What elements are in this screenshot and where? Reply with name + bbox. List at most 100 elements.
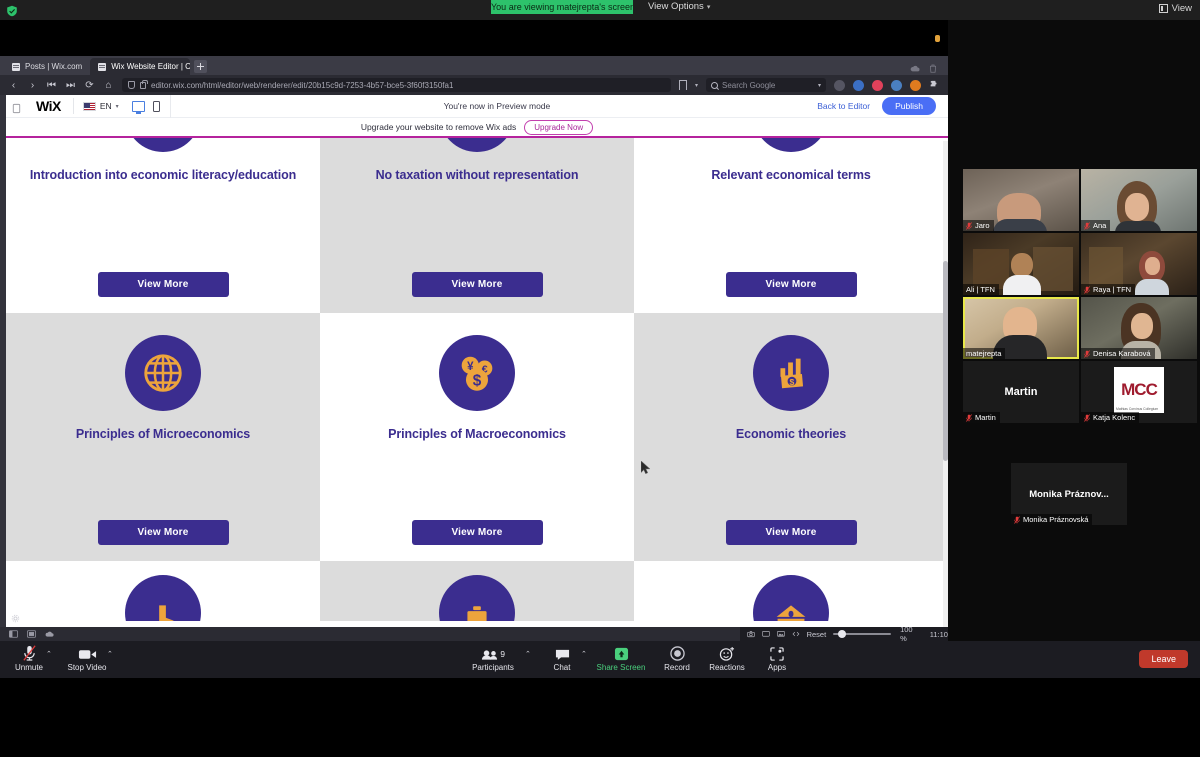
- fastforward-button[interactable]: ⏭: [65, 80, 76, 91]
- camera-icon[interactable]: [747, 630, 755, 638]
- leave-meeting-button[interactable]: Leave: [1139, 650, 1188, 668]
- reload-button[interactable]: ⟳: [84, 80, 95, 91]
- view-more-button[interactable]: View More: [411, 520, 543, 545]
- cloud-sync-icon[interactable]: [45, 630, 54, 638]
- panel-toggle-icon[interactable]: [9, 630, 18, 638]
- participant-tile-martin[interactable]: Martin Martin: [963, 361, 1079, 423]
- view-label: View: [1171, 3, 1192, 14]
- participant-tile-ana[interactable]: Ana: [1081, 169, 1197, 231]
- cloud-icon[interactable]: [910, 64, 920, 73]
- back-button[interactable]: ‹: [8, 80, 19, 91]
- share-screen-button[interactable]: Share Screen: [592, 644, 650, 672]
- view-more-button[interactable]: View More: [97, 520, 229, 545]
- audio-options-chevron-icon[interactable]: ⌃: [46, 650, 52, 658]
- chat-button[interactable]: Chat: [533, 644, 591, 672]
- view-more-button[interactable]: View More: [725, 520, 857, 545]
- screen-share-zoom-controls: Reset 100 % 11:10: [740, 625, 948, 643]
- shared-screen-area: Posts | Wix.com Wix Website Editor | Cet…: [0, 20, 948, 641]
- browser-tab-0[interactable]: Posts | Wix.com: [4, 58, 90, 75]
- tiling-toggle-icon[interactable]: [27, 630, 36, 638]
- money-chart-icon: $: [753, 335, 829, 411]
- puzzle-extensions-icon[interactable]: [929, 80, 940, 91]
- view-options-button[interactable]: View Options ▾: [648, 0, 710, 14]
- search-input[interactable]: Search Google ▾: [706, 78, 826, 92]
- participant-tile-denisa[interactable]: Denisa Karabová: [1081, 297, 1197, 359]
- annotate-icon[interactable]: [792, 630, 800, 638]
- zoom-bottom-toolbar: Unmute ⌃ Stop Video ⌃ 9 Participants ⌃ C…: [0, 641, 1200, 678]
- publish-button[interactable]: Publish: [882, 97, 936, 115]
- bank-icon: [753, 575, 829, 621]
- extension-orange-icon[interactable]: [910, 79, 921, 91]
- mobile-view-button[interactable]: [152, 100, 160, 112]
- forward-button[interactable]: ›: [27, 80, 38, 91]
- back-to-editor-button[interactable]: Back to Editor: [817, 101, 870, 111]
- new-tab-button[interactable]: [194, 60, 208, 73]
- stop-video-button[interactable]: Stop Video: [58, 644, 116, 672]
- rewind-button[interactable]: ⏮: [46, 80, 57, 91]
- participant-tile-matejrepta[interactable]: matejrepta: [963, 297, 1079, 359]
- slider-knob[interactable]: [838, 630, 847, 638]
- card-intro-economic-literacy[interactable]: Introduction into economic literacy/educ…: [6, 138, 320, 313]
- participant-tile-raya[interactable]: Raya | TFN: [1081, 233, 1197, 295]
- wix-menu-icon[interactable]: [11, 101, 22, 113]
- unmute-button[interactable]: Unmute: [0, 644, 58, 672]
- muted-mic-icon: [1084, 221, 1090, 230]
- address-bar[interactable]: editor.wix.com/html/editor/web/renderer/…: [122, 78, 671, 92]
- globe-icon: [125, 335, 201, 411]
- desktop-view-button[interactable]: [131, 100, 145, 114]
- card-relevant-terms[interactable]: Relevant economical terms View More: [634, 138, 948, 313]
- view-more-button[interactable]: View More: [411, 272, 543, 297]
- profile-avatar-icon[interactable]: [834, 79, 845, 91]
- card-row3-2[interactable]: [320, 561, 634, 621]
- reset-label[interactable]: Reset: [807, 630, 827, 639]
- screen-icon[interactable]: [762, 630, 770, 638]
- participant-tile-ali[interactable]: Ali | TFN: [963, 233, 1079, 295]
- boot-icon: [125, 575, 201, 621]
- clipped-circle-icon: [439, 138, 515, 152]
- muted-mic-icon: [1084, 285, 1090, 294]
- language-selector[interactable]: EN ▾: [74, 101, 128, 111]
- image-icon[interactable]: [776, 630, 785, 638]
- upgrade-text: Upgrade your website to remove Wix ads: [360, 122, 517, 132]
- chevron-down-icon[interactable]: ▾: [695, 82, 698, 89]
- browser-tab-1[interactable]: Wix Website Editor | Cete: [90, 58, 191, 75]
- extension-red-icon[interactable]: [872, 79, 883, 91]
- participant-tile-katja[interactable]: MCC Mathias Corvinus Collegium Katja Kol…: [1081, 361, 1197, 423]
- view-more-button[interactable]: View More: [97, 272, 229, 297]
- participants-button[interactable]: 9 Participants: [464, 644, 522, 672]
- zoom-slider[interactable]: [833, 630, 892, 638]
- card-economic-theories[interactable]: $ Economic theories View More: [634, 313, 948, 561]
- chevron-down-icon[interactable]: ▾: [818, 82, 821, 89]
- trash-icon[interactable]: [928, 64, 938, 73]
- preview-mode-message: You're now in Preview mode: [443, 101, 551, 111]
- participant-tile-monika[interactable]: Monika Práznov... Monika Práznovská: [1011, 463, 1127, 525]
- upgrade-now-button[interactable]: Upgrade Now: [524, 119, 594, 135]
- video-options-chevron-icon[interactable]: ⌃: [107, 650, 113, 658]
- participants-chevron-icon[interactable]: ⌃: [525, 650, 531, 658]
- bookmark-icon[interactable]: [678, 80, 687, 90]
- extension-profile-icon[interactable]: [891, 79, 902, 91]
- chevron-down-icon: ▾: [706, 4, 711, 11]
- mcc-logo-subtext: Mathias Corvinus Collegium: [1116, 406, 1159, 411]
- wix-preview-page: WiX EN ▾ You're now in Preview mode Back…: [6, 95, 948, 641]
- record-icon: [669, 644, 685, 661]
- browser-settings-gear-icon[interactable]: [11, 610, 20, 623]
- card-row3-1[interactable]: [6, 561, 320, 621]
- participant-name-bar: Katja Kolenc: [1081, 412, 1140, 423]
- participant-tile-jaro[interactable]: Jaro: [963, 169, 1079, 231]
- chat-chevron-icon[interactable]: ⌃: [581, 650, 587, 658]
- home-button[interactable]: ⌂: [103, 80, 114, 91]
- participant-name: matejrepta: [966, 349, 1002, 358]
- extension-blue-icon[interactable]: [853, 79, 864, 91]
- card-no-taxation[interactable]: No taxation without representation View …: [320, 138, 634, 313]
- view-more-button[interactable]: View More: [725, 272, 857, 297]
- participant-name-bar: Denisa Karabová: [1081, 348, 1155, 359]
- apps-button[interactable]: Apps: [748, 644, 806, 672]
- card-row3-3[interactable]: [634, 561, 948, 621]
- view-layout-button[interactable]: View: [1158, 3, 1192, 14]
- card-microeconomics[interactable]: Principles of Microeconomics View More: [6, 313, 320, 561]
- muted-mic-icon: [1084, 349, 1090, 358]
- card-macroeconomics[interactable]: ¥ € $ Principles of Macroeconomics View …: [320, 313, 634, 561]
- browser-tab-strip: Posts | Wix.com Wix Website Editor | Cet…: [0, 56, 948, 75]
- participant-name: Raya | TFN: [1093, 285, 1132, 294]
